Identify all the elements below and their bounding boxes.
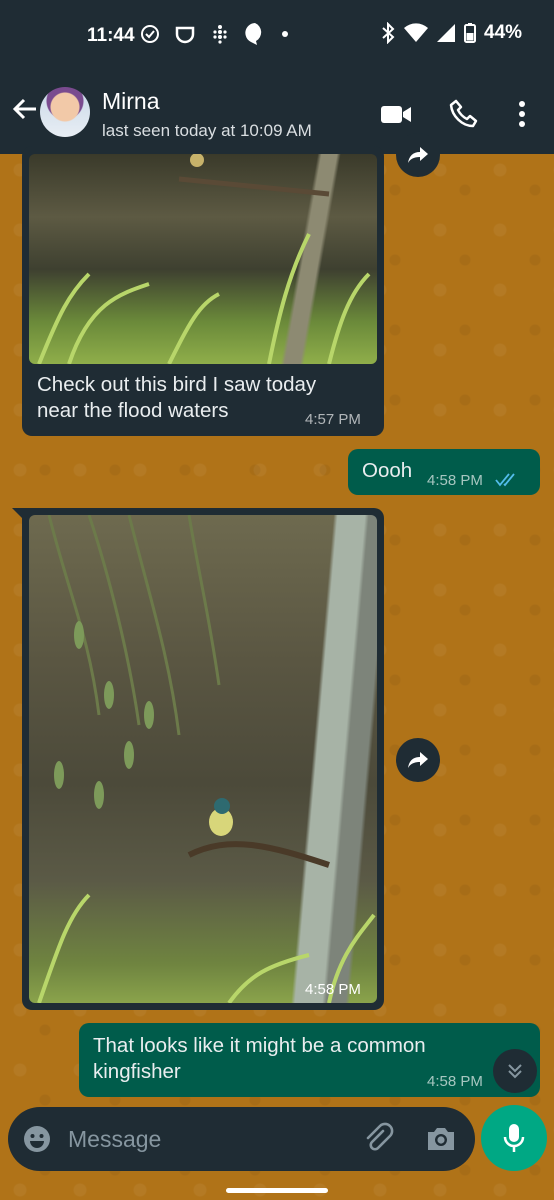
scroll-to-bottom-button[interactable] — [493, 1049, 537, 1093]
phone-icon[interactable] — [448, 98, 480, 130]
app-cup-icon — [175, 26, 195, 44]
kingfisher-photo-image[interactable] — [29, 515, 377, 1003]
avatar[interactable] — [40, 87, 90, 137]
message-input[interactable]: Message — [68, 1126, 161, 1153]
forward-icon — [408, 752, 428, 768]
contact-name[interactable]: Mirna — [102, 88, 160, 115]
mic-icon — [503, 1124, 525, 1152]
cell-signal-icon — [437, 24, 455, 42]
message-time: 4:58 PM — [427, 472, 483, 489]
more-notifications-dot-icon — [282, 31, 288, 37]
read-receipt-icon — [495, 473, 515, 487]
bird-photo-image[interactable] — [29, 154, 377, 364]
mic-button[interactable] — [481, 1105, 547, 1171]
reeds-illustration — [37, 154, 371, 364]
bluetooth-icon — [382, 22, 395, 44]
fitbit-icon — [213, 25, 227, 44]
double-chevron-down-icon — [508, 1064, 522, 1079]
system-icons: 44% — [380, 22, 522, 44]
forward-button[interactable] — [396, 738, 440, 782]
message-time: 4:57 PM — [305, 411, 361, 428]
message-time: 4:58 PM — [427, 1073, 483, 1090]
message-time: 4:58 PM — [305, 981, 361, 998]
notification-icons — [140, 22, 290, 46]
camera-icon[interactable] — [425, 1124, 457, 1154]
more-vert-icon[interactable] — [506, 98, 538, 130]
video-call-icon[interactable] — [380, 98, 412, 130]
arrow-left-icon[interactable] — [10, 94, 40, 124]
wifi-icon — [404, 23, 428, 42]
chat-header: Mirna last seen today at 10:09 AM — [0, 72, 554, 154]
emoji-icon[interactable] — [22, 1124, 52, 1154]
status-bar: 11:44 44% — [0, 0, 554, 72]
paperclip-icon[interactable] — [362, 1122, 394, 1154]
battery-percent: 44% — [484, 22, 523, 43]
forward-icon — [408, 147, 428, 163]
forward-button[interactable] — [396, 133, 440, 177]
creek-illustration — [37, 515, 376, 1003]
battery-icon — [464, 23, 476, 43]
status-time: 11:44 — [87, 25, 135, 46]
check-circle-icon — [141, 25, 159, 43]
chat-bubble-icon — [245, 23, 262, 45]
home-indicator[interactable] — [226, 1188, 328, 1193]
message-text: Oooh — [362, 459, 413, 482]
last-seen-status[interactable]: last seen today at 10:09 AM — [102, 121, 312, 141]
